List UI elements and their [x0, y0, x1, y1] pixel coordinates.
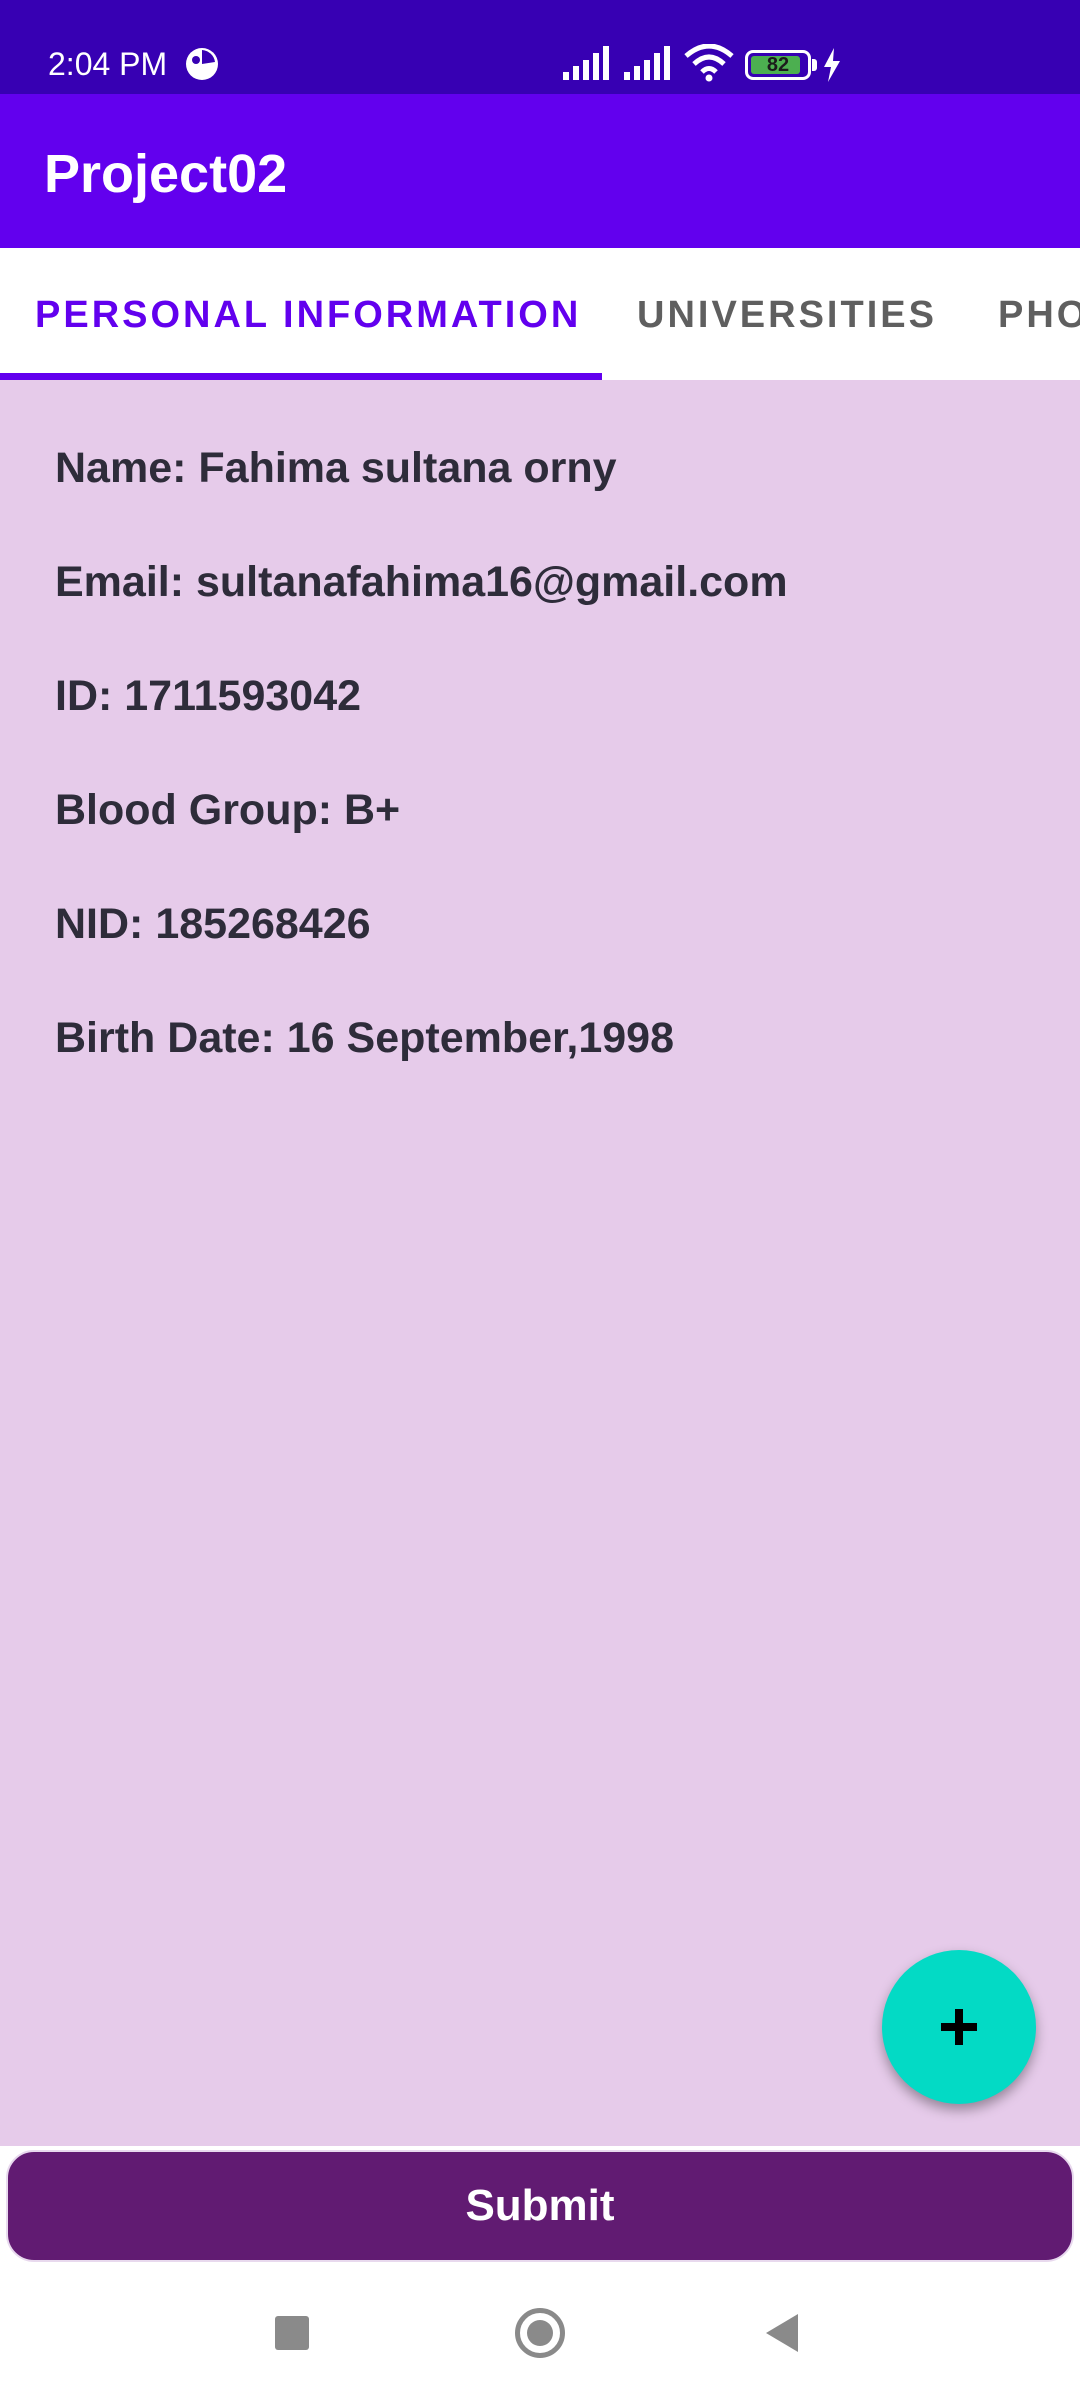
- battery-level: 82: [766, 54, 790, 76]
- birth-date-text: Birth Date: 16 September,1998: [55, 1014, 674, 1062]
- submit-button[interactable]: Submit: [6, 2150, 1074, 2262]
- blood-group-text: Blood Group: B+: [55, 786, 401, 834]
- home-circle-icon[interactable]: [515, 2308, 565, 2358]
- status-bar: 2:04 PM 82: [0, 0, 1080, 94]
- submit-container: Submit: [0, 2146, 1080, 2268]
- tab-universities[interactable]: UNIVERSITIES: [637, 248, 937, 380]
- personal-information-panel: Name: Fahima sultana orny Email: sultana…: [0, 380, 1080, 2146]
- tab-bar: PERSONAL INFORMATION UNIVERSITIES PHO: [0, 248, 1080, 380]
- system-nav-bar: [0, 2268, 1080, 2400]
- nid-text: NID: 185268426: [55, 900, 371, 948]
- add-fab-button[interactable]: [882, 1950, 1036, 2104]
- back-triangle-icon[interactable]: [762, 2312, 802, 2354]
- charging-bolt-icon: [824, 48, 840, 82]
- app-notification-icon: [186, 48, 218, 80]
- battery-tip: [812, 59, 817, 71]
- signal-icon: [563, 46, 609, 80]
- signal-icon: [624, 46, 670, 80]
- email-text: Email: sultanafahima16@gmail.com: [55, 558, 788, 606]
- recents-square-icon[interactable]: [275, 2316, 309, 2350]
- tab-indicator: [0, 373, 602, 380]
- tab-photos[interactable]: PHO: [998, 248, 1080, 380]
- app-title: Project02: [44, 144, 288, 204]
- name-text: Name: Fahima sultana orny: [55, 444, 617, 492]
- wifi-icon: [684, 44, 734, 82]
- app-bar: Project02: [0, 94, 1080, 248]
- status-time: 2:04 PM: [48, 46, 168, 82]
- tab-personal-information[interactable]: PERSONAL INFORMATION: [35, 248, 581, 380]
- battery-icon: 82: [745, 50, 811, 80]
- plus-icon: [941, 2009, 977, 2045]
- id-text: ID: 1711593042: [55, 672, 362, 720]
